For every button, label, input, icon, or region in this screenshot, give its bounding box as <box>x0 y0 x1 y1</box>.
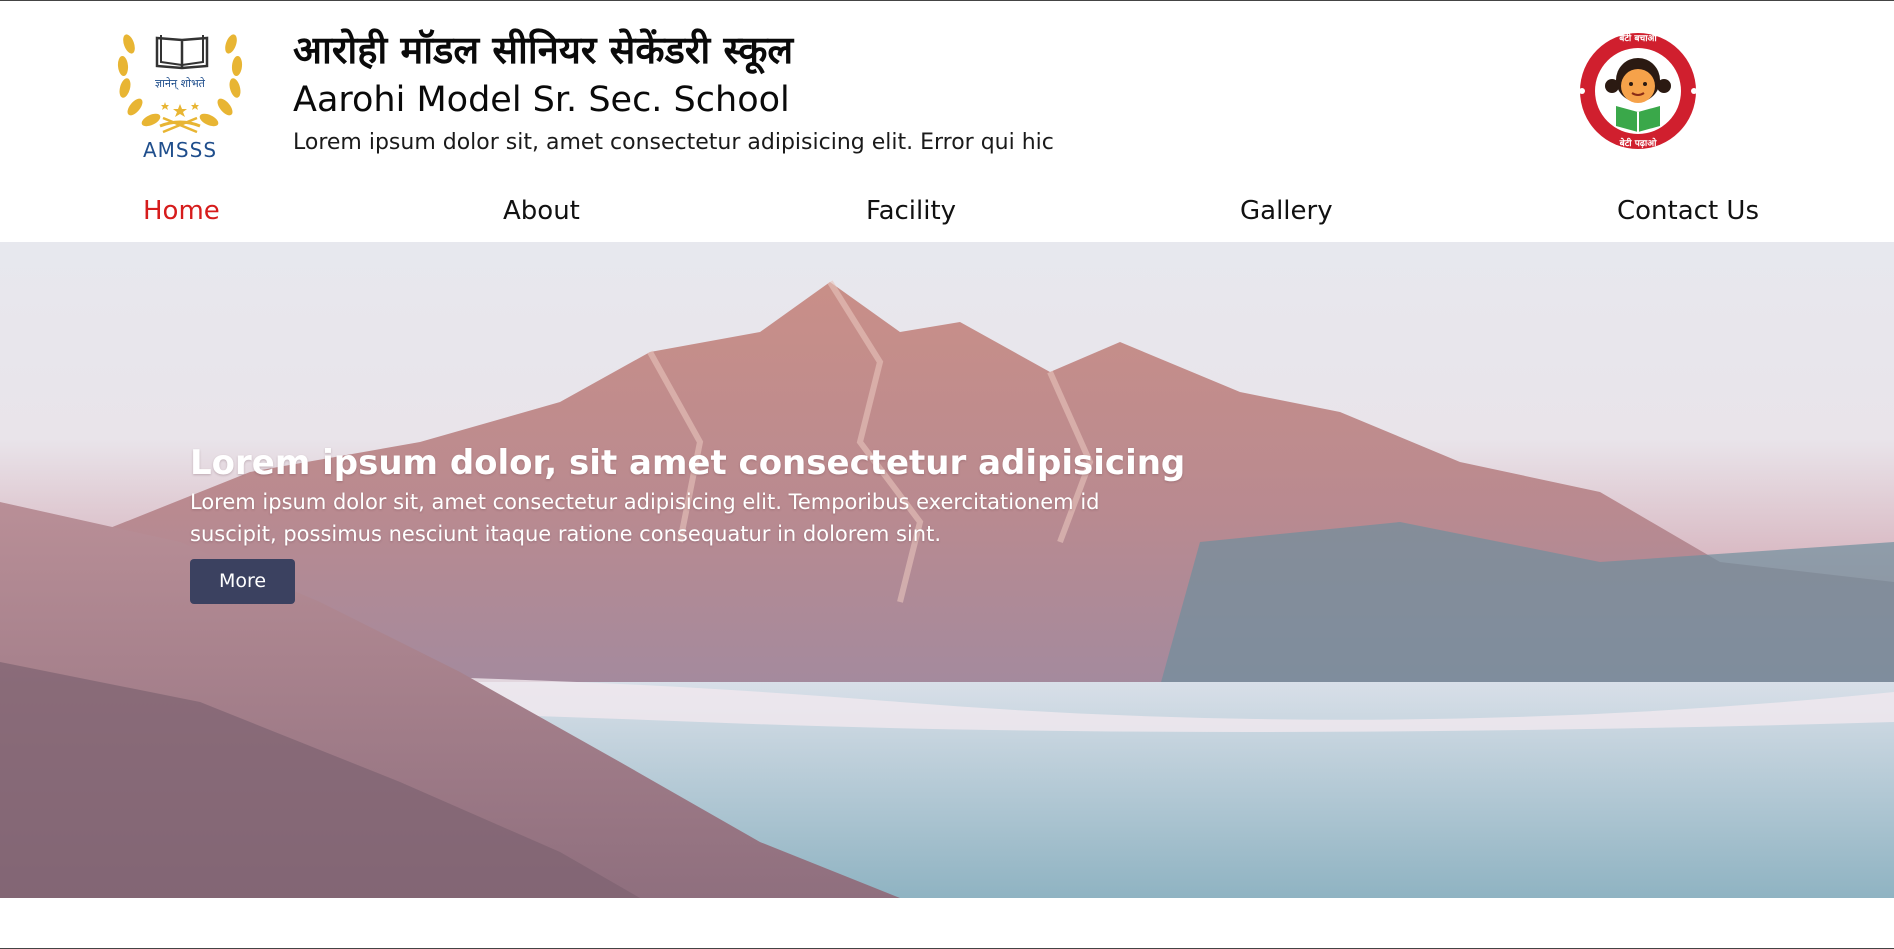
school-name-english: Aarohi Model Sr. Sec. School <box>293 80 790 120</box>
nav-item-about[interactable]: About <box>503 186 580 236</box>
school-name-hindi: आरोही मॉडल सीनियर सेकेंडरी स्कूल <box>293 28 794 72</box>
badge-bottom-text: बेटी पढ़ाओ <box>1619 139 1657 149</box>
school-tagline: Lorem ipsum dolor sit, amet consectetur … <box>293 130 1054 155</box>
hero-banner: Lorem ipsum dolor, sit amet consectetur … <box>0 242 1894 898</box>
school-titles: आरोही मॉडल सीनियर सेकेंडरी स्कूल Aarohi … <box>293 24 1054 160</box>
hero-title: Lorem ipsum dolor, sit amet consectetur … <box>190 443 1186 483</box>
nav-item-facility[interactable]: Facility <box>866 186 956 236</box>
nav-item-gallery[interactable]: Gallery <box>1240 186 1333 236</box>
hero-content: Lorem ipsum dolor, sit amet consectetur … <box>190 442 1186 604</box>
hero-text: Lorem ipsum dolor sit, amet consectetur … <box>190 490 1100 546</box>
site-header: ज्ञानेन् शोभते AMSSS आरोही मॉडल सीनियर स… <box>0 0 1894 180</box>
open-book-icon <box>155 35 209 70</box>
more-button[interactable]: More <box>190 559 295 604</box>
logo-motto: ज्ञानेन् शोभते <box>155 77 205 90</box>
badge-top-text: बेटी बचाओ <box>1619 34 1657 44</box>
nav-item-contact-us[interactable]: Contact Us <box>1617 186 1759 236</box>
main-nav: Home About Facility Gallery Contact Us <box>0 186 1894 242</box>
beti-bachao-badge[interactable]: बेटी बचाओ बेटी पढ़ाओ <box>1578 28 1698 154</box>
logo-text: AMSSS <box>142 138 218 162</box>
nav-item-home[interactable]: Home <box>143 186 220 236</box>
school-logo[interactable]: ज्ञानेन् शोभते AMSSS <box>115 14 245 164</box>
